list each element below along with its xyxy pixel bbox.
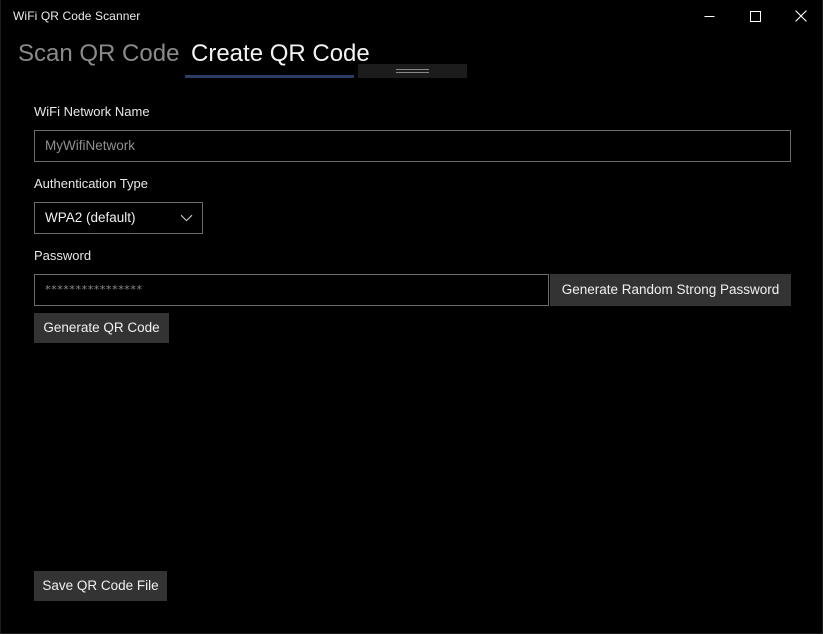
tab-create-qr-code-label: Create QR Code bbox=[191, 40, 370, 67]
chevron-down-icon bbox=[180, 214, 193, 222]
close-icon bbox=[795, 10, 807, 22]
caption-button-group bbox=[686, 0, 822, 32]
authentication-type-label: Authentication Type bbox=[34, 176, 148, 191]
authentication-type-value: WPA2 (default) bbox=[45, 210, 136, 225]
password-label: Password bbox=[34, 248, 92, 263]
drag-handle-bar bbox=[396, 72, 429, 73]
app-window: WiFi QR Code Scanner Scan QR Code Create… bbox=[0, 0, 823, 634]
drag-handle-bar bbox=[396, 69, 429, 70]
close-button[interactable] bbox=[778, 0, 822, 32]
wifi-network-name-placeholder: MyWifiNetwork bbox=[45, 138, 135, 153]
password-masked-value: **************** bbox=[45, 283, 143, 296]
tab-strip: Scan QR Code Create QR Code bbox=[1, 32, 822, 84]
generate-qr-code-button[interactable]: Generate QR Code bbox=[34, 313, 169, 343]
authentication-type-select[interactable]: WPA2 (default) bbox=[34, 202, 203, 234]
create-qr-code-panel: WiFi Network Name MyWifiNetwork Authenti… bbox=[1, 84, 822, 633]
wifi-network-name-label: WiFi Network Name bbox=[34, 104, 150, 119]
maximize-button[interactable] bbox=[732, 0, 778, 32]
save-qr-code-file-button[interactable]: Save QR Code File bbox=[34, 571, 167, 601]
maximize-icon bbox=[749, 10, 761, 22]
title-bar[interactable]: WiFi QR Code Scanner bbox=[1, 0, 822, 32]
window-drag-handle[interactable] bbox=[358, 64, 467, 78]
password-input[interactable]: **************** bbox=[34, 274, 549, 306]
minimize-icon bbox=[704, 15, 714, 17]
qr-code-preview-area bbox=[34, 359, 791, 559]
selected-tab-indicator bbox=[185, 75, 354, 78]
tab-scan-qr-code-label: Scan QR Code bbox=[18, 40, 180, 67]
tab-scan-qr-code[interactable]: Scan QR Code bbox=[12, 32, 185, 84]
minimize-button[interactable] bbox=[686, 0, 732, 32]
wifi-network-name-input[interactable]: MyWifiNetwork bbox=[34, 130, 791, 162]
generate-random-strong-password-button[interactable]: Generate Random Strong Password bbox=[550, 274, 791, 306]
window-title: WiFi QR Code Scanner bbox=[13, 9, 141, 23]
